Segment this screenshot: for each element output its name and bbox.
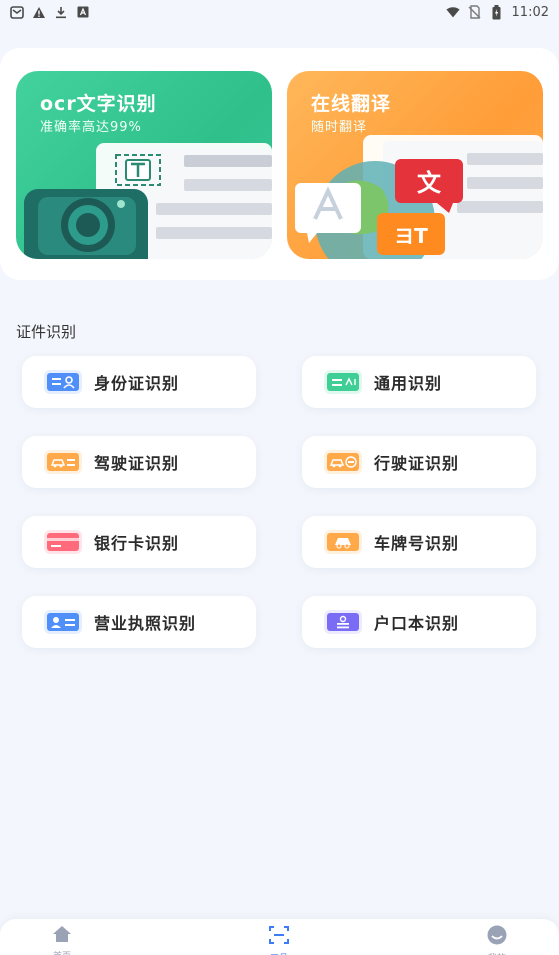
bank-card-icon xyxy=(44,530,82,554)
household-register-label: 户口本识别 xyxy=(374,614,460,633)
home-icon xyxy=(52,925,72,947)
translate-banner[interactable]: 文 ヨT 在线翻译 随时翻译 xyxy=(287,71,543,259)
status-bar: 11:02 xyxy=(0,0,559,24)
scan-icon xyxy=(268,925,290,949)
bottom-navigation: 首页 工具 我的 xyxy=(0,919,559,955)
nav-profile[interactable]: 我的 xyxy=(467,925,527,955)
svg-text:文: 文 xyxy=(417,169,442,197)
business-license-recognition-button[interactable]: 营业执照识别 xyxy=(22,596,256,648)
feature-banner-card: ocr文字识别 准确率高达99% 文 ヨT 在线翻译 随时翻译 xyxy=(0,48,559,280)
no-sim-icon xyxy=(468,5,482,19)
plate-number-label: 车牌号识别 xyxy=(374,534,460,553)
bank-card-label: 银行卡识别 xyxy=(94,534,180,553)
business-license-icon xyxy=(44,610,82,634)
general-recognition-label: 通用识别 xyxy=(374,374,443,393)
general-doc-icon xyxy=(324,370,362,394)
profile-icon xyxy=(486,925,508,949)
plate-number-icon xyxy=(324,530,362,554)
plate-number-recognition-button[interactable]: 车牌号识别 xyxy=(302,516,536,568)
section-title: 证件识别 xyxy=(16,323,77,341)
household-register-recognition-button[interactable]: 户口本识别 xyxy=(302,596,536,648)
id-card-icon xyxy=(44,370,82,394)
id-recognition-section: 证件识别 身份证识别 通用识别 驾驶证识别 行驶证识别 银行卡识别 车牌号识别 … xyxy=(0,296,559,676)
ocr-banner[interactable]: ocr文字识别 准确率高达99% xyxy=(16,71,272,259)
font-icon xyxy=(76,5,90,19)
driver-license-icon xyxy=(44,450,82,474)
id-card-label: 身份证识别 xyxy=(94,374,180,393)
driver-license-recognition-button[interactable]: 驾驶证识别 xyxy=(22,436,256,488)
business-license-label: 营业执照识别 xyxy=(94,614,197,633)
vehicle-license-icon xyxy=(324,450,362,474)
wifi-icon xyxy=(445,5,460,19)
status-left xyxy=(10,5,90,19)
translate-banner-title: 在线翻译 xyxy=(311,93,392,115)
ocr-banner-subtitle: 准确率高达99% xyxy=(40,120,142,135)
status-time: 11:02 xyxy=(511,4,549,20)
nav-tools[interactable]: 工具 xyxy=(249,925,309,955)
battery-icon xyxy=(490,4,504,19)
household-register-icon xyxy=(324,610,362,634)
driver-license-label: 驾驶证识别 xyxy=(94,454,180,473)
nav-home-label: 首页 xyxy=(53,949,71,955)
mail-icon xyxy=(10,5,24,19)
vehicle-license-recognition-button[interactable]: 行驶证识别 xyxy=(302,436,536,488)
warning-icon xyxy=(32,5,46,19)
vehicle-license-label: 行驶证识别 xyxy=(374,454,460,473)
general-recognition-button[interactable]: 通用识别 xyxy=(302,356,536,408)
translate-banner-subtitle: 随时翻译 xyxy=(311,120,368,135)
bank-card-recognition-button[interactable]: 银行卡识别 xyxy=(22,516,256,568)
nav-profile-label: 我的 xyxy=(488,951,506,955)
status-right: 11:02 xyxy=(445,4,549,20)
nav-home[interactable]: 首页 xyxy=(32,925,92,955)
ocr-banner-title: ocr文字识别 xyxy=(40,93,157,115)
id-card-recognition-button[interactable]: 身份证识别 xyxy=(22,356,256,408)
svg-text:ヨT: ヨT xyxy=(394,224,428,248)
nav-tools-label: 工具 xyxy=(270,951,288,955)
download-icon xyxy=(54,5,68,19)
